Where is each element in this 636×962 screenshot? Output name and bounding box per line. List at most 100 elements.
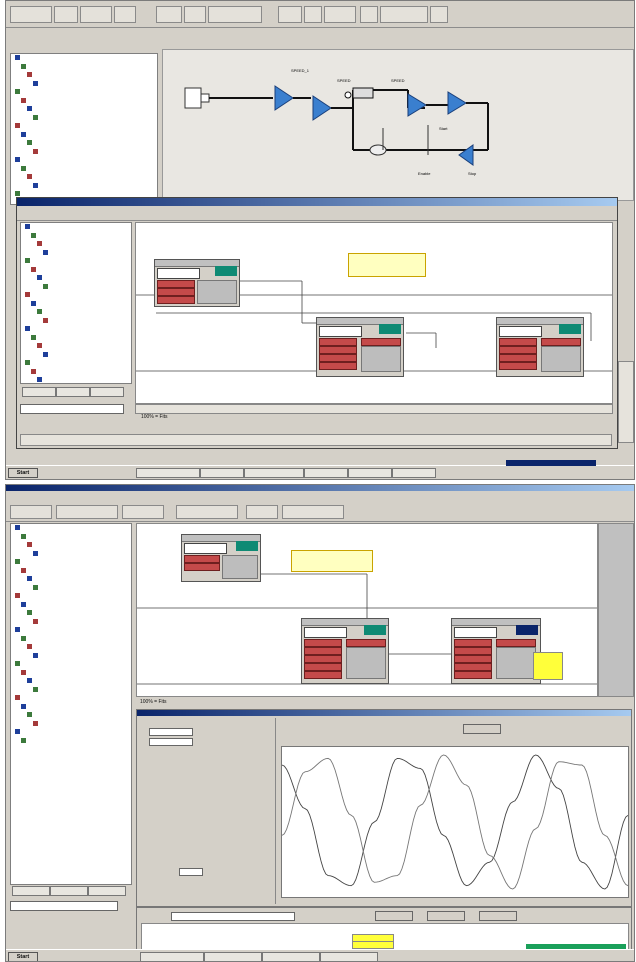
tab-2[interactable]: [50, 886, 88, 896]
toolbar-button[interactable]: [430, 6, 448, 23]
task-button[interactable]: [262, 952, 320, 961]
tree-item[interactable]: [11, 54, 157, 63]
task-button[interactable]: [136, 468, 200, 478]
task-button[interactable]: [244, 468, 304, 478]
tree-item[interactable]: [11, 609, 131, 618]
tree-item[interactable]: [21, 257, 131, 266]
tree-item[interactable]: [11, 148, 157, 157]
function-block[interactable]: [154, 259, 240, 307]
toolbar-button[interactable]: [246, 505, 278, 519]
tree-item[interactable]: [11, 105, 157, 114]
tree-item[interactable]: [11, 156, 157, 165]
function-block[interactable]: [451, 618, 541, 684]
tree-item[interactable]: [11, 114, 157, 123]
toolbar-button[interactable]: [56, 505, 118, 519]
tab-2[interactable]: [56, 387, 90, 397]
tree-item[interactable]: [11, 635, 131, 644]
toolbar-button[interactable]: [380, 6, 428, 23]
tree-item[interactable]: [11, 669, 131, 678]
tree-item[interactable]: [11, 711, 131, 720]
toolbar-button[interactable]: [324, 6, 356, 23]
tree-item[interactable]: [21, 342, 131, 351]
trace-param[interactable]: [149, 728, 193, 736]
task-button[interactable]: [200, 468, 244, 478]
tree-item[interactable]: [21, 351, 131, 360]
toolbar-button[interactable]: [122, 505, 164, 519]
toolbar-button[interactable]: [10, 505, 52, 519]
tree-item[interactable]: [11, 131, 157, 140]
trace-button[interactable]: [463, 724, 501, 734]
function-block[interactable]: [181, 534, 261, 582]
tree-item[interactable]: [21, 240, 131, 249]
tree-item[interactable]: [11, 567, 131, 576]
tree-item[interactable]: [11, 533, 131, 542]
task-button[interactable]: [348, 468, 392, 478]
tree-item[interactable]: [11, 173, 157, 182]
toolbar-button[interactable]: [176, 505, 238, 519]
tree-item[interactable]: [11, 626, 131, 635]
tree-item[interactable]: [21, 325, 131, 334]
tree-item[interactable]: [11, 165, 157, 174]
task-button[interactable]: [392, 468, 436, 478]
tree-item[interactable]: [11, 703, 131, 712]
tree-item[interactable]: [21, 266, 131, 275]
toolbar-button[interactable]: [156, 6, 182, 23]
tree-item[interactable]: [11, 575, 131, 584]
task-button[interactable]: [140, 952, 204, 961]
tree-item[interactable]: [21, 334, 131, 343]
storage-select[interactable]: [171, 912, 295, 921]
tree-item[interactable]: [21, 232, 131, 241]
trace-param[interactable]: [149, 738, 193, 746]
function-block[interactable]: [316, 317, 404, 377]
task-button[interactable]: [204, 952, 262, 961]
toolbar-button[interactable]: [114, 6, 136, 23]
tree-item[interactable]: [21, 300, 131, 309]
tree-item[interactable]: [21, 283, 131, 292]
tree-item[interactable]: [11, 737, 131, 746]
toolbar-button[interactable]: [282, 505, 344, 519]
search-field[interactable]: [20, 404, 124, 414]
tree-item[interactable]: [11, 728, 131, 737]
tree-item[interactable]: [11, 584, 131, 593]
search-field[interactable]: [10, 901, 118, 911]
tree-item[interactable]: [11, 558, 131, 567]
toolbar-button[interactable]: [360, 6, 378, 23]
function-block[interactable]: [496, 317, 584, 377]
tree-item[interactable]: [21, 249, 131, 258]
tree-item[interactable]: [11, 71, 157, 80]
tree-item[interactable]: [11, 541, 131, 550]
start-button[interactable]: Start: [8, 952, 38, 961]
tree-item[interactable]: [11, 643, 131, 652]
tree-item[interactable]: [11, 63, 157, 72]
tree-item[interactable]: [11, 139, 157, 148]
tree-item[interactable]: [21, 376, 131, 383]
tab-3[interactable]: [90, 387, 124, 397]
tree-item[interactable]: [11, 88, 157, 97]
tree-item[interactable]: [11, 182, 157, 191]
tree-item[interactable]: [11, 601, 131, 610]
tree-item[interactable]: [11, 652, 131, 661]
tree-item[interactable]: [21, 317, 131, 326]
start-button[interactable]: Start: [8, 468, 38, 478]
tree-item[interactable]: [21, 274, 131, 283]
tree-item[interactable]: [11, 97, 157, 106]
toolbar-button[interactable]: [184, 6, 206, 23]
action-button[interactable]: [375, 911, 413, 921]
toolbar-button[interactable]: [10, 6, 52, 23]
tree-item[interactable]: [21, 308, 131, 317]
function-block[interactable]: [301, 618, 389, 684]
toolbar-button[interactable]: [278, 6, 302, 23]
tree-item[interactable]: [21, 223, 131, 232]
tab-1[interactable]: [12, 886, 50, 896]
tree-item[interactable]: [11, 122, 157, 131]
tree-item[interactable]: [11, 694, 131, 703]
tree-item[interactable]: [21, 368, 131, 377]
task-button[interactable]: [304, 468, 348, 478]
tree-item[interactable]: [21, 359, 131, 368]
tree-item[interactable]: [11, 686, 131, 695]
tree-item[interactable]: [11, 80, 157, 89]
toolbar-button[interactable]: [208, 6, 262, 23]
tree-item[interactable]: [11, 677, 131, 686]
toolbar-button[interactable]: [304, 6, 322, 23]
action-button[interactable]: [479, 911, 517, 921]
